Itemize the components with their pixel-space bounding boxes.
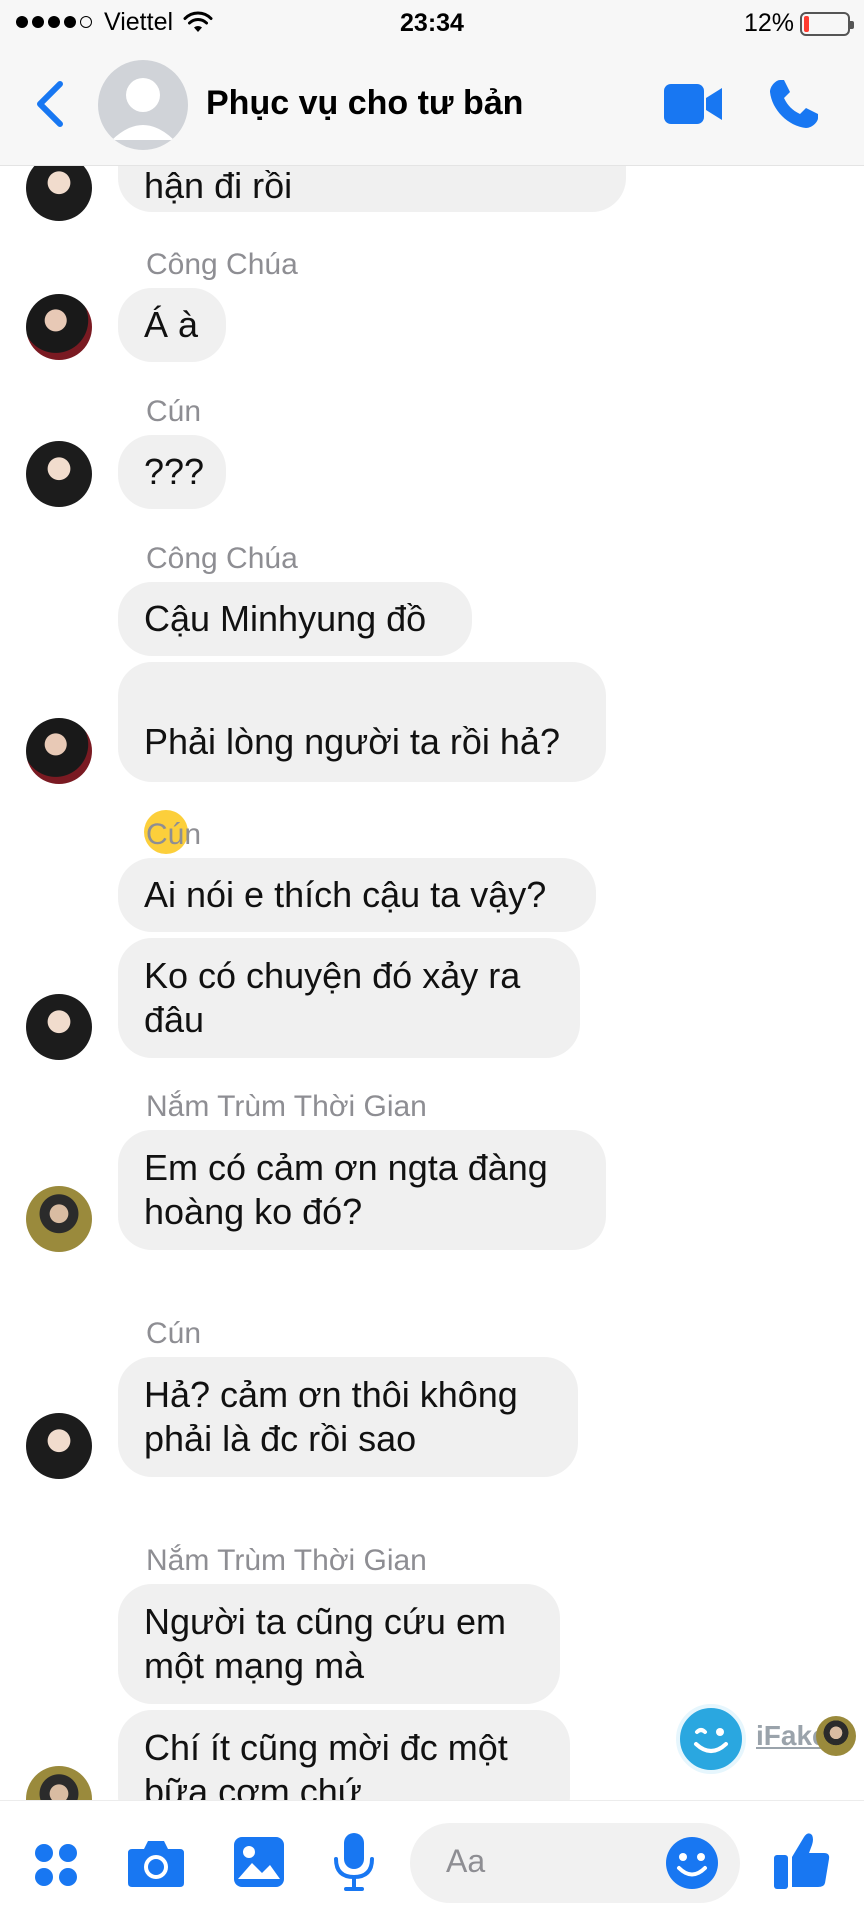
battery-icon — [800, 11, 854, 36]
message-input[interactable]: Aa — [410, 1823, 740, 1903]
phone-call-icon[interactable] — [766, 76, 822, 132]
status-bar: Viettel 23:34 12% — [0, 0, 864, 46]
group-avatar[interactable] — [98, 60, 188, 150]
message-bubble[interactable]: Ai nói e thích cậu ta vậy? — [118, 858, 596, 932]
message-thread[interactable]: hận đi rồi Công Chúa Á à Cún ??? Công Ch… — [0, 120, 864, 1800]
sender-name: Nắm Trùm Thời Gian — [146, 1544, 427, 1577]
message-bubble[interactable]: Chí ít cũng mời đc một bữa cơm chứ — [118, 1710, 570, 1800]
apps-icon[interactable] — [32, 1841, 80, 1889]
video-call-icon[interactable] — [662, 80, 724, 128]
battery-percent: 12% — [743, 9, 794, 37]
like-icon[interactable] — [772, 1829, 832, 1891]
sender-avatar[interactable] — [26, 718, 92, 784]
conversation-header: Phục vụ cho tư bản — [0, 46, 864, 166]
status-right: 12% — [743, 9, 854, 38]
microphone-icon[interactable] — [332, 1831, 376, 1893]
gallery-icon[interactable] — [232, 1835, 286, 1889]
camera-icon[interactable] — [126, 1837, 186, 1889]
ifake-watermark: iFake — [676, 1698, 856, 1778]
message-bubble[interactable]: Hả? cảm ơn thôi không phải là đc rồi sao — [118, 1357, 578, 1477]
sender-avatar[interactable] — [26, 994, 92, 1060]
sender-name: Cún — [146, 1317, 202, 1350]
message-bubble[interactable]: Ko có chuyện đó xảy ra đâu — [118, 938, 580, 1058]
message-bubble[interactable]: Cậu Minhyung đồ — [118, 582, 472, 656]
back-chevron-icon[interactable] — [30, 78, 70, 130]
emoji-icon[interactable] — [664, 1835, 720, 1891]
conversation-title[interactable]: Phục vụ cho tư bản — [206, 84, 523, 123]
sender-avatar[interactable] — [26, 441, 92, 507]
sender-avatar[interactable] — [26, 1186, 92, 1252]
sender-name: Cún — [146, 818, 202, 851]
sender-name: Công Chúa — [146, 248, 298, 281]
watermark-avatar — [816, 1716, 856, 1756]
sender-name: Công Chúa — [146, 542, 298, 575]
wink-face-icon — [676, 1704, 746, 1774]
message-composer: Aa — [0, 1800, 864, 1920]
default-person-icon — [112, 78, 174, 140]
sender-name: Nắm Trùm Thời Gian — [146, 1090, 427, 1123]
sender-name: Cún — [146, 395, 202, 428]
message-input-placeholder: Aa — [446, 1843, 486, 1879]
message-bubble[interactable]: ??? — [118, 435, 226, 509]
sender-avatar[interactable] — [26, 1413, 92, 1479]
message-bubble[interactable]: Phải lòng người ta rồi hả? — [118, 662, 606, 888]
message-bubble[interactable]: Người ta cũng cứu em một mạng mà — [118, 1584, 560, 1704]
message-bubble[interactable]: Em có cảm ơn ngta đàng hoàng ko đó? — [118, 1130, 606, 1250]
sender-avatar[interactable] — [26, 294, 92, 360]
clock: 23:34 — [400, 9, 464, 37]
battery-level-fill — [804, 15, 809, 32]
message-bubble[interactable]: Á à — [118, 288, 226, 362]
sender-avatar[interactable] — [26, 1766, 92, 1800]
